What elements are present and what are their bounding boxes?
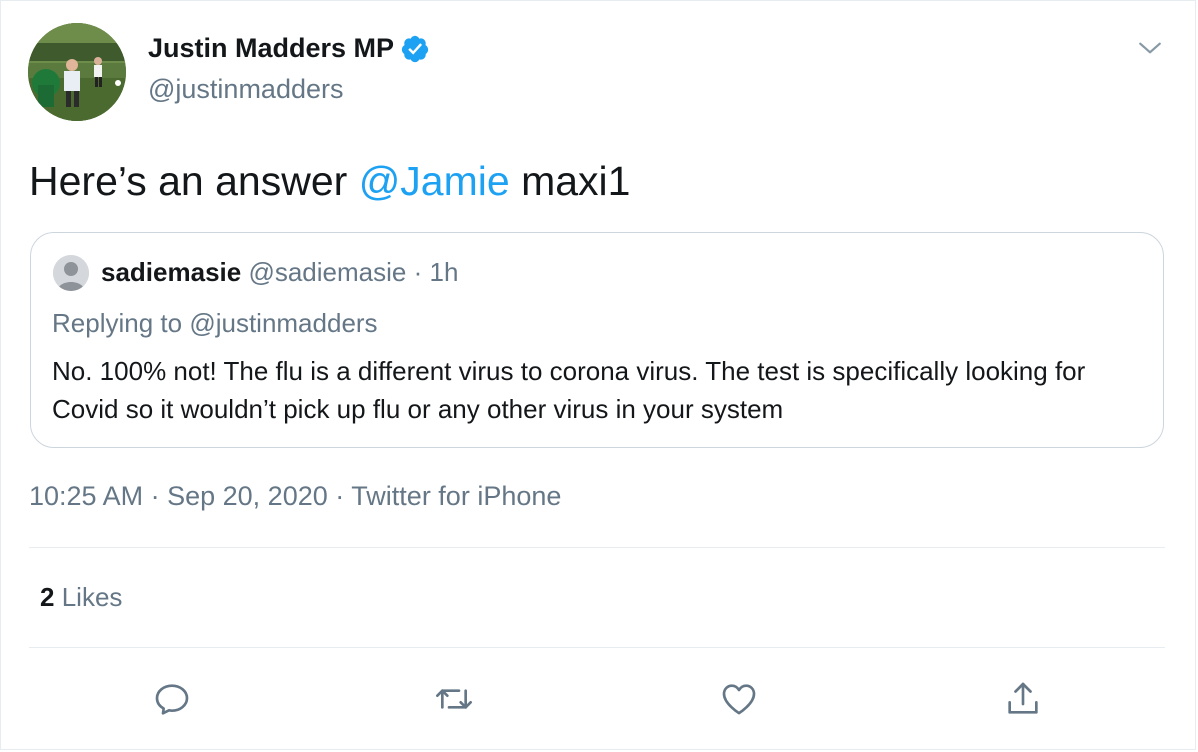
- tweet-meta: 10:25 AM · Sep 20, 2020 · Twitter for iP…: [29, 481, 561, 512]
- heart-icon: [722, 684, 756, 715]
- separator-dot: ·: [413, 257, 423, 287]
- author-handle[interactable]: @justinmadders: [148, 74, 344, 105]
- share-icon: [1008, 682, 1038, 714]
- mention-link[interactable]: @Jamie: [359, 158, 510, 204]
- quoted-author-name[interactable]: sadiemasie: [101, 257, 241, 287]
- divider-top: [29, 547, 1165, 548]
- retweet-icon: [436, 689, 472, 709]
- likes-stat[interactable]: 2 Likes: [40, 582, 122, 613]
- reply-button[interactable]: [152, 679, 192, 719]
- replying-to: Replying to @justinmadders: [52, 308, 378, 339]
- meta-separator-1: ·: [150, 481, 160, 511]
- author-name[interactable]: Justin Madders MP: [148, 33, 430, 64]
- tweet-source[interactable]: Twitter for iPhone: [351, 481, 561, 511]
- tweet-time[interactable]: 10:25 AM: [29, 481, 143, 511]
- tweet-text-after: maxi1: [509, 158, 631, 204]
- replying-to-handle[interactable]: @justinmadders: [189, 308, 377, 338]
- likes-label: Likes: [61, 582, 123, 612]
- quoted-tweet[interactable]: sadiemasie @sadiemasie · 1h Replying to …: [30, 232, 1164, 448]
- tweet-text: Here’s an answer @Jamie maxi1: [29, 158, 630, 205]
- author-display-name[interactable]: Justin Madders MP: [148, 33, 394, 64]
- tweet-text-before: Here’s an answer: [29, 158, 359, 204]
- retweet-button[interactable]: [434, 679, 474, 719]
- share-button[interactable]: [1003, 679, 1043, 719]
- likes-count: 2: [40, 582, 55, 612]
- quoted-text: No. 100% not! The flu is a different vir…: [52, 356, 1086, 424]
- author-avatar[interactable]: [28, 23, 126, 121]
- quoted-timestamp[interactable]: 1h: [430, 257, 459, 287]
- quoted-header: sadiemasie @sadiemasie · 1h: [101, 257, 458, 288]
- quoted-author-avatar[interactable]: [53, 255, 89, 291]
- chevron-down-icon[interactable]: [1137, 35, 1163, 61]
- replying-to-prefix: Replying to: [52, 308, 190, 338]
- reply-icon: [155, 684, 189, 715]
- quoted-author-handle[interactable]: @sadiemasie: [248, 257, 406, 287]
- meta-separator-2: ·: [335, 481, 345, 511]
- tweet-date[interactable]: Sep 20, 2020: [167, 481, 328, 511]
- avatar-photo: [28, 23, 126, 121]
- tweet-card: Justin Madders MP @justinmadders Here’s …: [0, 0, 1196, 750]
- default-avatar-icon: [53, 255, 89, 291]
- like-button[interactable]: [719, 679, 759, 719]
- verified-badge-icon: [400, 34, 430, 64]
- divider-bottom: [29, 647, 1165, 648]
